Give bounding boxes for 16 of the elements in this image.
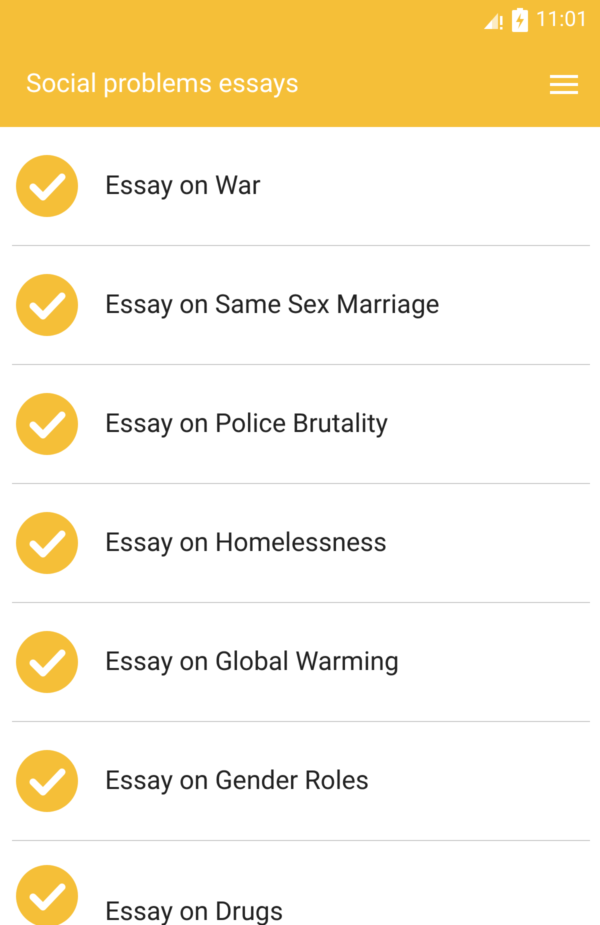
check-circle-icon (16, 393, 78, 455)
check-circle-icon (16, 274, 78, 336)
check-circle-icon (16, 512, 78, 574)
essay-list-item[interactable]: Essay on Homelessness (12, 484, 590, 603)
check-circle-icon (16, 750, 78, 812)
menu-icon[interactable] (550, 74, 578, 94)
essay-list-item[interactable]: Essay on Same Sex Marriage (12, 246, 590, 365)
essay-list-item[interactable]: Essay on War (12, 127, 590, 246)
battery-icon (512, 8, 528, 32)
status-time: 11:01 (536, 8, 588, 32)
check-circle-icon (16, 631, 78, 693)
essay-list-item[interactable]: Essay on Global Warming (12, 603, 590, 722)
check-circle-icon (16, 155, 78, 217)
essay-list-item[interactable]: Essay on Police Brutality (12, 365, 590, 484)
app-title: Social problems essays (26, 68, 299, 98)
essay-list-item[interactable]: Essay on Gender Roles (12, 722, 590, 841)
